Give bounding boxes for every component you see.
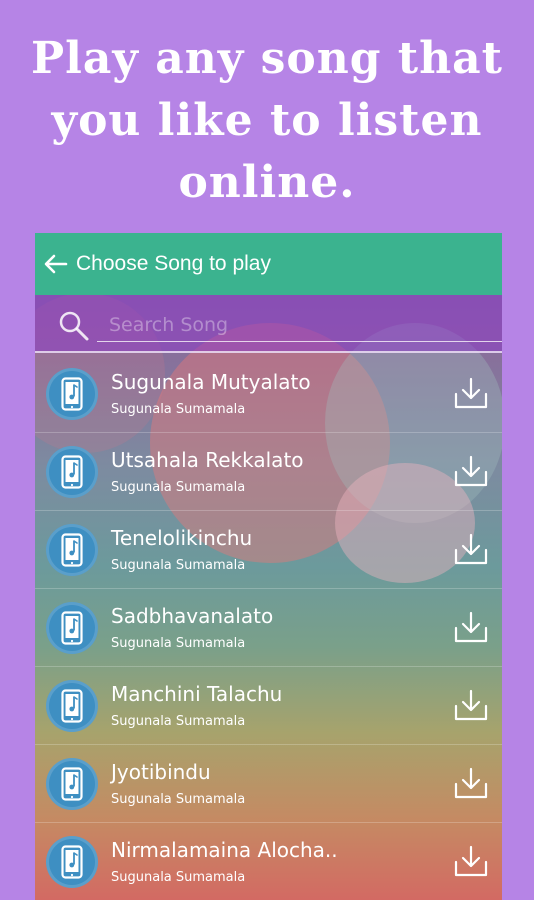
song-row[interactable]: Jyotibindu Sugunala Sumamala bbox=[35, 745, 502, 823]
download-button[interactable] bbox=[452, 609, 490, 645]
phone-music-icon bbox=[61, 377, 83, 411]
download-icon bbox=[454, 377, 488, 409]
song-avatar bbox=[46, 836, 98, 888]
download-icon bbox=[454, 533, 488, 565]
search-bar bbox=[35, 295, 502, 353]
back-button[interactable] bbox=[42, 253, 70, 275]
headline-line-2: you like to listen bbox=[51, 95, 483, 146]
headline-line-3: online. bbox=[178, 157, 356, 208]
song-avatar bbox=[46, 680, 98, 732]
song-title: Nirmalamaina Alocha.. bbox=[111, 838, 338, 862]
song-title: Sadbhavanalato bbox=[111, 604, 274, 628]
song-avatar bbox=[46, 524, 98, 576]
download-icon bbox=[454, 845, 488, 877]
song-title: Manchini Talachu bbox=[111, 682, 283, 706]
download-button[interactable] bbox=[452, 843, 490, 879]
song-row[interactable]: Manchini Talachu Sugunala Sumamala bbox=[35, 667, 502, 745]
download-button[interactable] bbox=[452, 687, 490, 723]
song-subtitle: Sugunala Sumamala bbox=[111, 402, 246, 417]
phone-music-icon bbox=[61, 767, 83, 801]
phone-music-icon bbox=[61, 533, 83, 567]
song-avatar bbox=[46, 446, 98, 498]
song-subtitle: Sugunala Sumamala bbox=[111, 714, 246, 729]
search-input[interactable] bbox=[97, 309, 502, 342]
download-button[interactable] bbox=[452, 531, 490, 567]
download-button[interactable] bbox=[452, 453, 490, 489]
phone-music-icon bbox=[61, 455, 83, 489]
song-row[interactable]: Nirmalamaina Alocha.. Sugunala Sumamala bbox=[35, 823, 502, 900]
phone-music-icon bbox=[61, 845, 83, 879]
download-button[interactable] bbox=[452, 375, 490, 411]
song-row[interactable]: Sugunala Mutyalato Sugunala Sumamala bbox=[35, 355, 502, 433]
phone-screen: Choose Song to play Sugunala Mutyalato S… bbox=[35, 233, 502, 900]
download-icon bbox=[454, 767, 488, 799]
song-title: Tenelolikinchu bbox=[111, 526, 253, 550]
promo-headline: Play any song that you like to listen on… bbox=[0, 28, 534, 214]
song-subtitle: Sugunala Sumamala bbox=[111, 480, 246, 495]
phone-music-icon bbox=[61, 611, 83, 645]
arrow-left-icon bbox=[44, 254, 68, 274]
song-avatar bbox=[46, 758, 98, 810]
song-avatar bbox=[46, 368, 98, 420]
song-avatar bbox=[46, 602, 98, 654]
song-subtitle: Sugunala Sumamala bbox=[111, 558, 246, 573]
phone-music-icon bbox=[61, 689, 83, 723]
headline-line-1: Play any song that bbox=[31, 33, 503, 84]
app-bar: Choose Song to play bbox=[35, 233, 502, 295]
song-row[interactable]: Utsahala Rekkalato Sugunala Sumamala bbox=[35, 433, 502, 511]
song-list: Sugunala Mutyalato Sugunala Sumamala Uts… bbox=[35, 355, 502, 900]
search-icon[interactable] bbox=[57, 309, 91, 343]
download-icon bbox=[454, 689, 488, 721]
download-button[interactable] bbox=[452, 765, 490, 801]
song-row[interactable]: Tenelolikinchu Sugunala Sumamala bbox=[35, 511, 502, 589]
song-subtitle: Sugunala Sumamala bbox=[111, 792, 246, 807]
download-icon bbox=[454, 455, 488, 487]
page-title: Choose Song to play bbox=[76, 252, 271, 275]
song-title: Jyotibindu bbox=[111, 760, 211, 784]
song-title: Utsahala Rekkalato bbox=[111, 448, 304, 472]
song-row[interactable]: Sadbhavanalato Sugunala Sumamala bbox=[35, 589, 502, 667]
song-title: Sugunala Mutyalato bbox=[111, 370, 311, 394]
song-subtitle: Sugunala Sumamala bbox=[111, 870, 246, 885]
song-subtitle: Sugunala Sumamala bbox=[111, 636, 246, 651]
download-icon bbox=[454, 611, 488, 643]
